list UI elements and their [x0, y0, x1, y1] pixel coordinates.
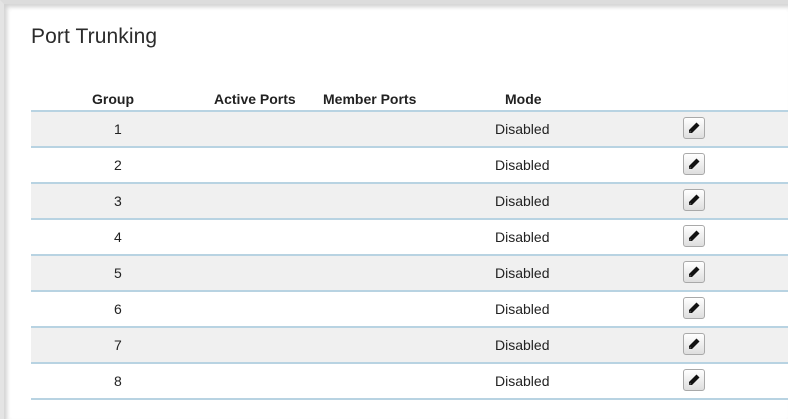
table-row: 2 Disabled	[31, 148, 788, 184]
table-row: 5 Disabled	[31, 256, 788, 292]
group-cell: 7	[114, 337, 122, 353]
edit-button[interactable]	[683, 225, 705, 247]
pencil-icon	[689, 194, 700, 205]
table-row: 3 Disabled	[31, 184, 788, 220]
table-row: 7 Disabled	[31, 328, 788, 364]
edit-button[interactable]	[683, 153, 705, 175]
mode-cell: Disabled	[495, 193, 550, 209]
group-cell: 8	[114, 373, 122, 389]
mode-cell: Disabled	[495, 373, 550, 389]
table-row: 8 Disabled	[31, 364, 788, 400]
pencil-icon	[689, 338, 700, 349]
column-header-member-ports: Member Ports	[323, 91, 417, 107]
port-trunking-table: Group Active Ports Member Ports Mode 1 D…	[31, 88, 788, 400]
pencil-icon	[689, 122, 700, 133]
mode-cell: Disabled	[495, 229, 550, 245]
pencil-icon	[689, 374, 700, 385]
mode-cell: Disabled	[495, 265, 550, 281]
group-cell: 2	[114, 157, 122, 173]
mode-cell: Disabled	[495, 157, 550, 173]
table-row: 6 Disabled	[31, 292, 788, 328]
page-title: Port Trunking	[31, 25, 158, 48]
mode-cell: Disabled	[495, 337, 550, 353]
column-header-active-ports: Active Ports	[214, 91, 296, 107]
edit-button[interactable]	[683, 261, 705, 283]
port-trunking-panel: Port Trunking Group Active Ports Member …	[0, 0, 788, 419]
mode-cell: Disabled	[495, 121, 550, 137]
group-cell: 3	[114, 193, 122, 209]
table-row: 4 Disabled	[31, 220, 788, 256]
pencil-icon	[689, 302, 700, 313]
table-header: Group Active Ports Member Ports Mode	[31, 88, 788, 110]
column-header-group: Group	[92, 91, 134, 107]
edit-button[interactable]	[683, 369, 705, 391]
edit-button[interactable]	[683, 189, 705, 211]
edit-button[interactable]	[683, 333, 705, 355]
column-header-mode: Mode	[505, 91, 542, 107]
table-row: 1 Disabled	[31, 112, 788, 148]
pencil-icon	[689, 230, 700, 241]
group-cell: 6	[114, 301, 122, 317]
pencil-icon	[689, 158, 700, 169]
table-body: 1 Disabled 2 Disabled 3 Disabled 4 Disab…	[31, 110, 788, 400]
edit-button[interactable]	[683, 297, 705, 319]
group-cell: 4	[114, 229, 122, 245]
group-cell: 1	[114, 121, 122, 137]
edit-button[interactable]	[683, 117, 705, 139]
pencil-icon	[689, 266, 700, 277]
mode-cell: Disabled	[495, 301, 550, 317]
group-cell: 5	[114, 265, 122, 281]
